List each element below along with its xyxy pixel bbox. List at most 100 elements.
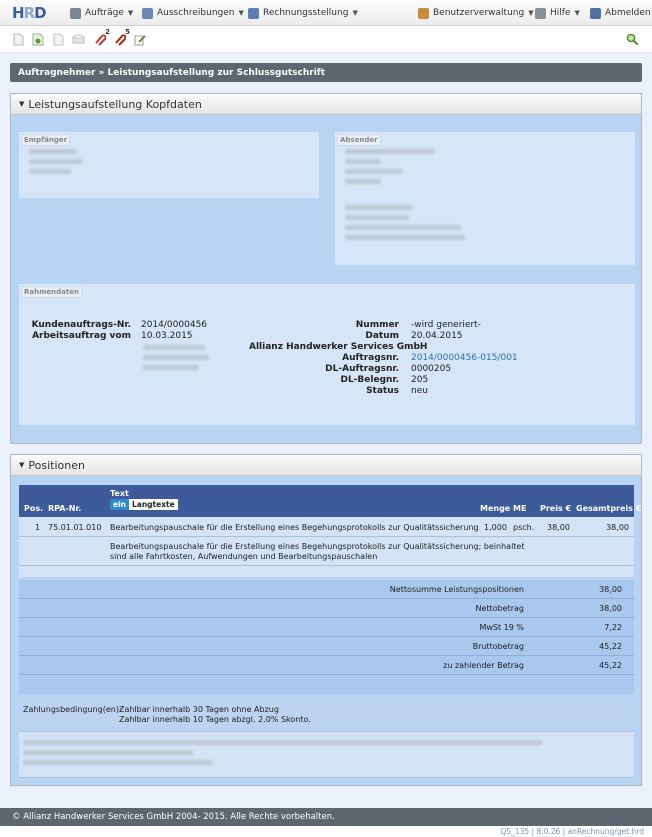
page-content: Auftragnehmer » Leistungsaufstellung zur… [0, 53, 652, 808]
edit-icon[interactable] [133, 33, 146, 46]
invoice-icon [248, 7, 259, 19]
empfaenger-box: Empfänger [19, 132, 319, 198]
redacted-text [23, 740, 543, 745]
help-book-icon [535, 7, 546, 19]
dl-auftragsnr-label: DL-Auftragsnr. [325, 364, 399, 374]
redacted-text [23, 760, 213, 765]
sum-value: 38,00 [599, 604, 622, 613]
col-text: Text [110, 489, 129, 498]
dl-belegnr-label: DL-Belegnr. [340, 375, 399, 385]
attachment-alt-icon[interactable]: 5 [113, 28, 130, 46]
row-pos: 1 [35, 523, 41, 532]
redacted-text [345, 179, 381, 184]
positionen-title: Positionen [28, 458, 85, 472]
row-text: Bearbeitungspauschale für die Erstellung… [110, 523, 479, 532]
nav-auftraege-label: Aufträge [85, 8, 124, 18]
kopfdaten-title: Leistungsaufstellung Kopfdaten [28, 97, 202, 111]
orders-icon [70, 7, 81, 19]
rahmendaten-box: Rahmendaten Kundenauftrags-Nr. 2014/0000… [19, 284, 635, 425]
nav-ausschreibungen[interactable]: Ausschreibungen ▼ [142, 0, 244, 26]
sum-value: 45,22 [599, 642, 622, 651]
row-gesamtpreis: 38,00 [606, 523, 629, 532]
sum-value: 7,22 [604, 623, 622, 632]
chevron-down-icon: ▼ [352, 9, 358, 17]
redacted-text [345, 205, 413, 210]
dl-auftragsnr-value: 0000205 [411, 364, 452, 374]
redacted-text [345, 159, 381, 164]
print-icon[interactable] [72, 33, 85, 46]
top-navbar: HRD Aufträge ▼ Ausschreibungen ▼ Rechnun… [0, 0, 652, 26]
nav-hilfe[interactable]: Hilfe ▼ [535, 0, 580, 26]
sum-value: 45,22 [599, 661, 622, 670]
table-spacer-row [19, 566, 634, 577]
langtext-row: Bearbeitungspauschale für die Erstellung… [19, 537, 634, 566]
toggle-langtexte-button[interactable]: Langtexte [129, 499, 178, 510]
company-name: Allianz Handwerker Services GmbH [249, 342, 428, 352]
sum-spacer-row [19, 675, 634, 694]
nav-auftraege[interactable]: Aufträge ▼ [70, 0, 133, 26]
redacted-text [143, 345, 205, 350]
nav-abmelden[interactable]: Abmelden [590, 0, 651, 26]
logo-letter-h: H [12, 4, 25, 22]
import-document-icon[interactable] [32, 33, 45, 46]
chevron-down-icon: ▼ [127, 9, 134, 17]
redacted-text [345, 169, 403, 174]
redacted-notes-row [19, 732, 634, 778]
datum-label: Datum [365, 331, 399, 341]
zahlung-term: Zahlbar innerhalb 10 Tagen abzgl. 2.0% S… [119, 715, 311, 724]
redacted-text [29, 159, 83, 164]
datum-value: 20.04.2015 [411, 331, 463, 341]
collapse-triangle-icon: ▼ [19, 100, 25, 108]
search-icon[interactable] [626, 33, 639, 46]
absender-label: Absender [337, 134, 381, 146]
positions-table-header: Pos. RPA-Nr. Text ein Langtexte Menge ME… [19, 485, 641, 517]
zahlung-term: Zahlbar innerhalb 30 Tagen ohne Abzug [119, 705, 279, 714]
nav-benutzerverwaltung[interactable]: Benutzerverwaltung ▼ [418, 0, 534, 26]
chevron-down-icon: ▼ [574, 9, 580, 17]
sum-row-mwst: MwSt 19 % 7,22 [19, 618, 634, 637]
row-menge: 1,000 [484, 523, 507, 532]
table-row[interactable]: 1 75.01.01.010 Bearbeitungspauschale für… [19, 517, 634, 537]
nav-rechnungsstellung-label: Rechnungsstellung [263, 8, 349, 18]
zahlung-label: Zahlungsbedingung(en): [23, 705, 122, 714]
col-menge: Menge [480, 504, 511, 513]
redacted-text [143, 365, 199, 370]
kopfdaten-panel-header[interactable]: ▼ Leistungsaufstellung Kopfdaten [11, 94, 641, 115]
redacted-text [29, 149, 77, 154]
arbeitsauftrag-label: Arbeitsauftrag vom [32, 331, 131, 341]
col-pos: Pos. [24, 504, 44, 513]
arbeitsauftrag-value: 10.03.2015 [141, 331, 193, 341]
empfaenger-label: Empfänger [21, 134, 71, 146]
sum-row-nettobetrag: Nettobetrag 38,00 [19, 599, 634, 618]
auftragsnr-link[interactable]: 2014/0000456-015/001 [411, 353, 518, 363]
redacted-text [23, 750, 193, 755]
col-preis: Preis € [540, 504, 572, 513]
col-rpa: RPA-Nr. [48, 504, 82, 513]
attachment-alt-count: 5 [125, 28, 130, 36]
kundenauftrags-label: Kundenauftrags-Nr. [31, 320, 131, 330]
redacted-text [345, 215, 409, 220]
attachment-icon[interactable]: 2 [93, 28, 110, 46]
positionen-panel-header[interactable]: ▼ Positionen [11, 455, 641, 476]
redacted-text [345, 235, 465, 240]
sum-value: 38,00 [599, 585, 622, 594]
rahmendaten-label: Rahmendaten [21, 286, 82, 298]
status-value: neu [411, 386, 428, 396]
logo-letter-d: D [34, 4, 46, 22]
hrd-logo[interactable]: HRD [12, 4, 47, 22]
sum-label: Nettosumme Leistungspositionen [389, 585, 524, 594]
toggle-ein-button[interactable]: ein [110, 499, 129, 510]
nav-rechnungsstellung[interactable]: Rechnungsstellung ▼ [248, 0, 358, 26]
nav-ausschreibungen-label: Ausschreibungen [157, 8, 235, 18]
logout-icon [590, 7, 601, 19]
nummer-value: -wird generiert- [411, 320, 481, 330]
row-me: psch. [513, 523, 535, 532]
auftragsnr-label: Auftragsnr. [342, 353, 399, 363]
redacted-text [345, 149, 435, 154]
col-gesamtpreis: Gesamtpreis € [576, 504, 642, 513]
copy-document-icon[interactable] [52, 33, 65, 46]
row-langtext-line: sind alle Fahrtkosten, Aufwendungen und … [110, 552, 378, 561]
build-info: QS_135 | 8.0.26 | anRechnung/get.hrd [500, 827, 644, 836]
new-document-icon[interactable] [12, 33, 25, 46]
nummer-label: Nummer [355, 320, 399, 330]
